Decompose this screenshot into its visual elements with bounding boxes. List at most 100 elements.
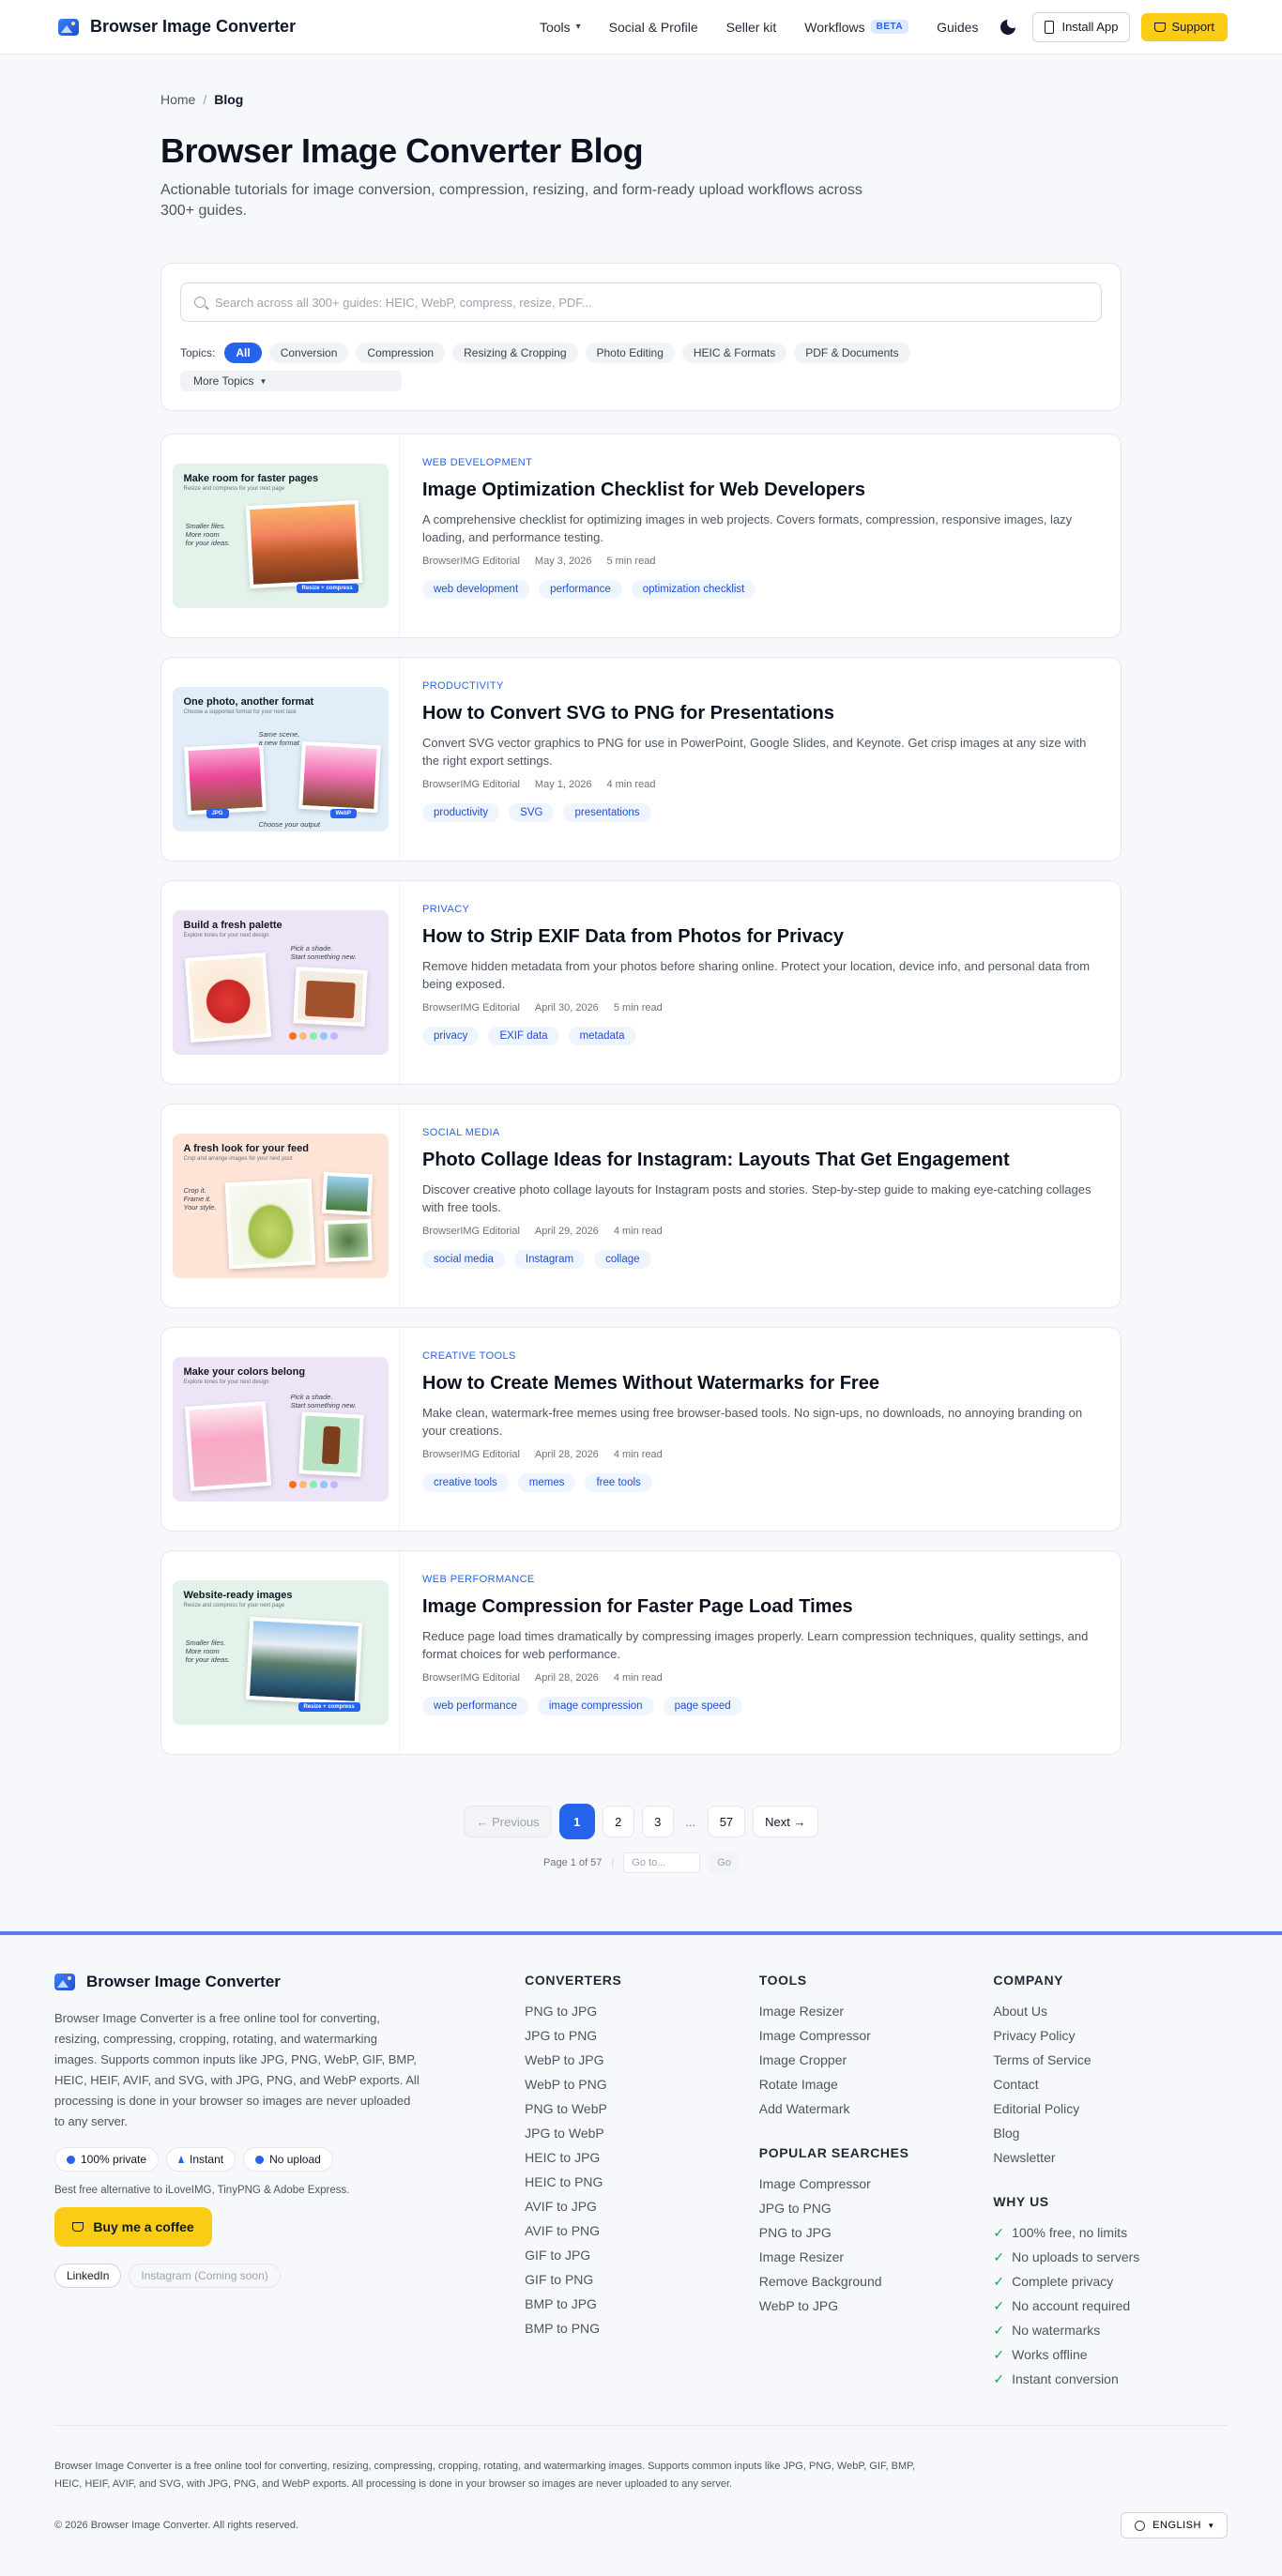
topic-chip-pdf-documents[interactable]: PDF & Documents: [794, 343, 910, 363]
footer-company-link[interactable]: Blog: [993, 2125, 1228, 2142]
topic-chip-conversion[interactable]: Conversion: [268, 343, 349, 363]
footer-popular-link[interactable]: JPG to PNG: [759, 2200, 994, 2217]
post-tag[interactable]: optimization checklist: [631, 580, 756, 599]
footer-converter-link[interactable]: PNG to WebP: [525, 2100, 759, 2117]
post-tag[interactable]: memes: [517, 1473, 576, 1492]
post-title[interactable]: How to Create Memes Without Watermarks f…: [422, 1373, 1098, 1395]
post-title[interactable]: How to Strip EXIF Data from Photos for P…: [422, 926, 1098, 948]
footer-company-link[interactable]: Editorial Policy: [993, 2100, 1228, 2117]
post-card[interactable]: One photo, another format Choose a suppo…: [160, 657, 1122, 861]
topic-chip-all[interactable]: All: [224, 343, 262, 363]
topic-chip-heic-formats[interactable]: HEIC & Formats: [681, 343, 787, 363]
footer-converter-link[interactable]: WebP to JPG: [525, 2051, 759, 2068]
footer-company-link[interactable]: About Us: [993, 2003, 1228, 2020]
footer-tool-link[interactable]: Add Watermark: [759, 2100, 994, 2117]
footer-tool-link[interactable]: Image Compressor: [759, 2027, 994, 2044]
post-tag[interactable]: performance: [539, 580, 622, 599]
breadcrumb-home[interactable]: Home: [160, 92, 195, 107]
post-title[interactable]: How to Convert SVG to PNG for Presentati…: [422, 703, 1098, 724]
footer-company-link[interactable]: Privacy Policy: [993, 2027, 1228, 2044]
footer-converter-link[interactable]: AVIF to PNG: [525, 2222, 759, 2239]
footer-company-link[interactable]: Contact: [993, 2076, 1228, 2093]
post-tag[interactable]: presentations: [563, 803, 651, 822]
go-button[interactable]: Go: [710, 1852, 739, 1873]
footer-tool-link[interactable]: Rotate Image: [759, 2076, 994, 2093]
post-tag[interactable]: web development: [422, 580, 530, 599]
brand-link[interactable]: Browser Image Converter: [58, 17, 296, 37]
post-thumbnail[interactable]: Website-ready images Resize and compress…: [161, 1551, 400, 1754]
page-57-button[interactable]: 57: [707, 1806, 746, 1837]
footer-converter-link[interactable]: JPG to WebP: [525, 2125, 759, 2142]
footer-converter-link[interactable]: AVIF to JPG: [525, 2198, 759, 2215]
topic-chip-photo-editing[interactable]: Photo Editing: [585, 343, 675, 363]
footer-converter-link[interactable]: PNG to JPG: [525, 2003, 759, 2020]
post-tag[interactable]: Instagram: [513, 1250, 586, 1269]
footer-converter-link[interactable]: WebP to PNG: [525, 2076, 759, 2093]
post-card[interactable]: Make your colors belong Explore tones fo…: [160, 1327, 1122, 1532]
install-app-button[interactable]: Install App: [1032, 11, 1131, 42]
footer-converter-link[interactable]: HEIC to PNG: [525, 2173, 759, 2190]
post-tag[interactable]: privacy: [422, 1027, 480, 1045]
nav-social-profile[interactable]: Social & Profile: [609, 20, 698, 35]
nav-tools[interactable]: Tools ▾: [540, 20, 581, 35]
footer-converter-link[interactable]: HEIC to JPG: [525, 2149, 759, 2166]
post-tag[interactable]: EXIF data: [488, 1027, 559, 1045]
buy-me-a-coffee-button[interactable]: Buy me a coffee: [54, 2207, 212, 2247]
page-2-button[interactable]: 2: [602, 1806, 634, 1837]
language-selector[interactable]: ENGLISH ▾: [1121, 2512, 1228, 2538]
goto-page-input[interactable]: [623, 1852, 701, 1873]
nav-guides[interactable]: Guides: [937, 20, 978, 35]
post-tag[interactable]: web performance: [422, 1697, 528, 1715]
post-tag[interactable]: image compression: [537, 1697, 654, 1715]
footer-converter-link[interactable]: BMP to PNG: [525, 2320, 759, 2337]
post-tag[interactable]: free tools: [585, 1473, 652, 1492]
previous-page-button[interactable]: ← Previous: [464, 1806, 552, 1837]
footer-popular-link[interactable]: WebP to JPG: [759, 2297, 994, 2314]
footer-tool-link[interactable]: Image Resizer: [759, 2003, 994, 2020]
post-thumbnail[interactable]: Make room for faster pages Resize and co…: [161, 434, 400, 637]
post-thumbnail[interactable]: Build a fresh palette Explore tones for …: [161, 881, 400, 1084]
footer-tool-link[interactable]: Image Cropper: [759, 2051, 994, 2068]
more-topics-button[interactable]: More Topics ▼: [180, 371, 402, 391]
footer-brand-link[interactable]: Browser Image Converter: [54, 1973, 525, 1991]
footer-converter-link[interactable]: BMP to JPG: [525, 2295, 759, 2312]
post-tag[interactable]: metadata: [568, 1027, 636, 1045]
nav-workflows[interactable]: Workflows BETA: [804, 20, 909, 35]
footer-popular-link[interactable]: Image Compressor: [759, 2175, 994, 2192]
post-card[interactable]: A fresh look for your feed Crop and arra…: [160, 1104, 1122, 1308]
footer-converter-link[interactable]: GIF to PNG: [525, 2271, 759, 2288]
topic-chip-compression[interactable]: Compression: [356, 343, 446, 363]
post-title[interactable]: Photo Collage Ideas for Instagram: Layou…: [422, 1150, 1098, 1171]
page-3-button[interactable]: 3: [641, 1806, 674, 1837]
post-card[interactable]: Website-ready images Resize and compress…: [160, 1550, 1122, 1755]
nav-seller-kit[interactable]: Seller kit: [726, 20, 777, 35]
support-button[interactable]: Support: [1141, 12, 1228, 41]
post-tag[interactable]: SVG: [509, 803, 555, 822]
footer-converter-link[interactable]: GIF to JPG: [525, 2247, 759, 2264]
post-tag[interactable]: social media: [422, 1250, 505, 1269]
post-thumbnail[interactable]: A fresh look for your feed Crop and arra…: [161, 1105, 400, 1307]
post-tag[interactable]: collage: [594, 1250, 651, 1269]
search-input[interactable]: [215, 295, 1088, 310]
post-tag[interactable]: creative tools: [422, 1473, 509, 1492]
post-tag[interactable]: productivity: [422, 803, 500, 822]
search-box[interactable]: [180, 282, 1102, 322]
post-card[interactable]: Make room for faster pages Resize and co…: [160, 434, 1122, 638]
footer-popular-link[interactable]: PNG to JPG: [759, 2224, 994, 2241]
post-thumbnail[interactable]: One photo, another format Choose a suppo…: [161, 658, 400, 861]
footer-popular-link[interactable]: Remove Background: [759, 2273, 994, 2290]
topic-chip-resizing-cropping[interactable]: Resizing & Cropping: [452, 343, 578, 363]
footer-converter-link[interactable]: JPG to PNG: [525, 2027, 759, 2044]
theme-toggle-button[interactable]: [997, 16, 1019, 38]
footer-company-link[interactable]: Terms of Service: [993, 2051, 1228, 2068]
post-title[interactable]: Image Compression for Faster Page Load T…: [422, 1596, 1098, 1618]
post-title[interactable]: Image Optimization Checklist for Web Dev…: [422, 480, 1098, 501]
footer-popular-link[interactable]: Image Resizer: [759, 2248, 994, 2265]
next-page-button[interactable]: Next →: [753, 1806, 818, 1837]
linkedin-link[interactable]: LinkedIn: [54, 2264, 122, 2288]
page-1-button[interactable]: 1: [558, 1804, 595, 1839]
post-tag[interactable]: page speed: [663, 1697, 742, 1715]
post-thumbnail[interactable]: Make your colors belong Explore tones fo…: [161, 1328, 400, 1531]
footer-company-link[interactable]: Newsletter: [993, 2149, 1228, 2166]
post-card[interactable]: Build a fresh palette Explore tones for …: [160, 880, 1122, 1085]
